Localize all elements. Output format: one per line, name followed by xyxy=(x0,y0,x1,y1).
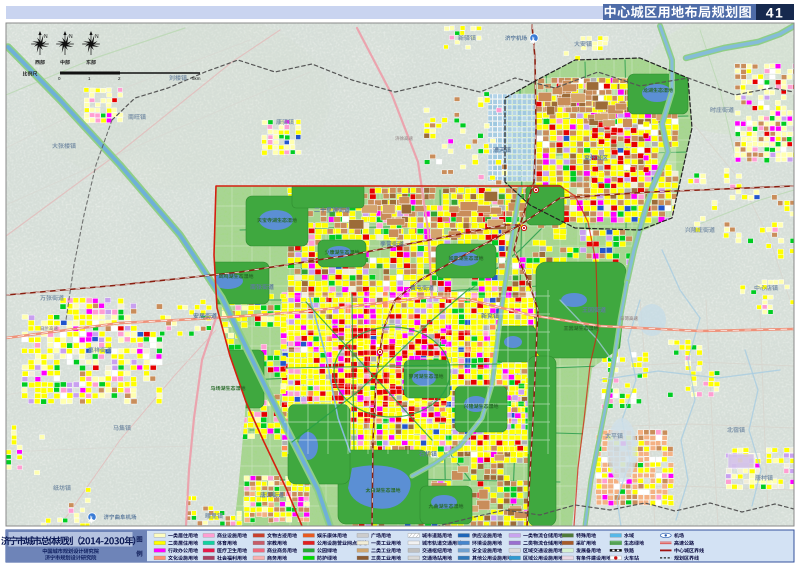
svg-text:N: N xyxy=(44,34,48,40)
svg-text:N: N xyxy=(69,34,73,40)
svg-text:N: N xyxy=(95,34,99,40)
svg-text:5km: 5km xyxy=(192,76,201,81)
svg-text:41: 41 xyxy=(766,4,785,20)
